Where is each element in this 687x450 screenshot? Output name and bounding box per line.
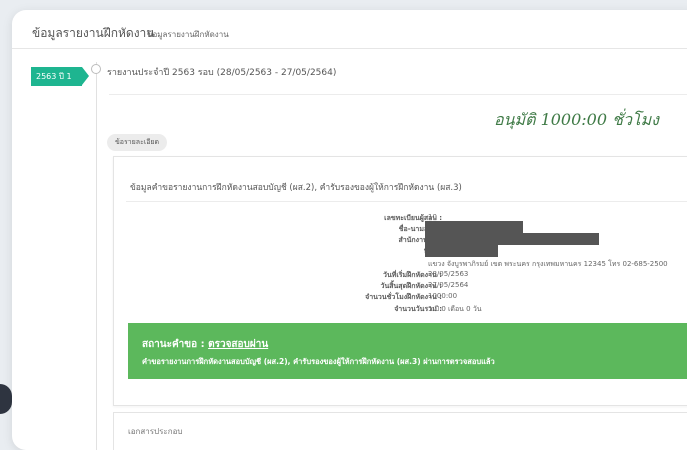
timeline-dot (91, 64, 101, 74)
redacted-block (425, 221, 523, 233)
documents-heading: เอกสารประกอบ (128, 427, 183, 436)
page-title: ข้อมูลรายงานฝึกหัดงาน (32, 26, 155, 40)
total-days-value: 1 ปี 0 เดือน 0 วัน (428, 305, 482, 313)
training-hours-value: 1000:00 (428, 292, 458, 300)
address-value: แขวง จังบูรพาภิรมย์ เขต พระนคร กรุงเทพมห… (428, 260, 668, 268)
status-label: สถานะคำขอ : (142, 339, 209, 350)
chat-widget-icon[interactable] (0, 384, 12, 414)
divider (126, 201, 687, 202)
status-link[interactable]: ตรวจสอบผ่าน (208, 339, 268, 350)
end-date-value: 27/05/2564 (428, 281, 469, 289)
report-card: ข้อมูลรายงานฝึกหัดงาน ข้อมูลรายงานฝึกหัด… (12, 10, 687, 450)
address-label: ที่อยู่ : (302, 246, 442, 257)
detail-tag[interactable]: ข้อรายละเอียด (107, 134, 168, 151)
start-date-value: 28/05/2563 (428, 270, 469, 278)
start-date-label: วันที่เริ่มฝึกหัดงาน : (383, 271, 442, 279)
auditor-id-label: เลขทะเบียนผู้สอบ : (384, 214, 442, 222)
total-days-label: จำนวนวันรวม : (394, 305, 442, 313)
documents-panel: เอกสารประกอบ (113, 412, 687, 450)
card-header: ข้อมูลรายงานฝึกหัดงาน ข้อมูลรายงานฝึกหัด… (12, 10, 687, 49)
detail-heading: ข้อมูลคำขอรายงานการฝึกหัดงานสอบบัญชี (ผส… (130, 183, 462, 193)
breadcrumb: ข้อมูลรายงานฝึกหัดงาน (147, 30, 229, 39)
approval-status-text: อนุมัติ 1000:00 ชั่วโมง (494, 110, 659, 129)
end-date-label: วันสิ้นสุดฝึกหัดงาน : (380, 282, 442, 290)
timeline-line (96, 62, 97, 450)
status-heading: สถานะคำขอ : ตรวจสอบผ่าน (142, 337, 268, 352)
redacted-block (425, 245, 498, 257)
auditor-id-value: 10 (428, 213, 437, 221)
report-period-title: รายงานประจำปี 2563 รอบ (28/05/2563 - 27/… (107, 68, 337, 78)
status-alert: สถานะคำขอ : ตรวจสอบผ่าน คำขอรายงานการฝึก… (128, 323, 687, 379)
detail-panel: ข้อมูลคำขอรายงานการฝึกหัดงานสอบบัญชี (ผส… (113, 156, 687, 406)
office-name-label: สำนักงานชื่อ : (398, 236, 442, 244)
full-name-label: ชื่อ-นามสกุล : (398, 225, 442, 233)
divider (109, 94, 687, 95)
year-tag[interactable]: 2563 ปี 1 (31, 67, 89, 86)
training-hours-label: จำนวนชั่วโมงฝึกหัดงาน : (365, 293, 442, 301)
redacted-block (425, 233, 599, 245)
status-message: คำขอรายงานการฝึกหัดงานสอบบัญชี (ผส.2), ค… (142, 357, 495, 366)
